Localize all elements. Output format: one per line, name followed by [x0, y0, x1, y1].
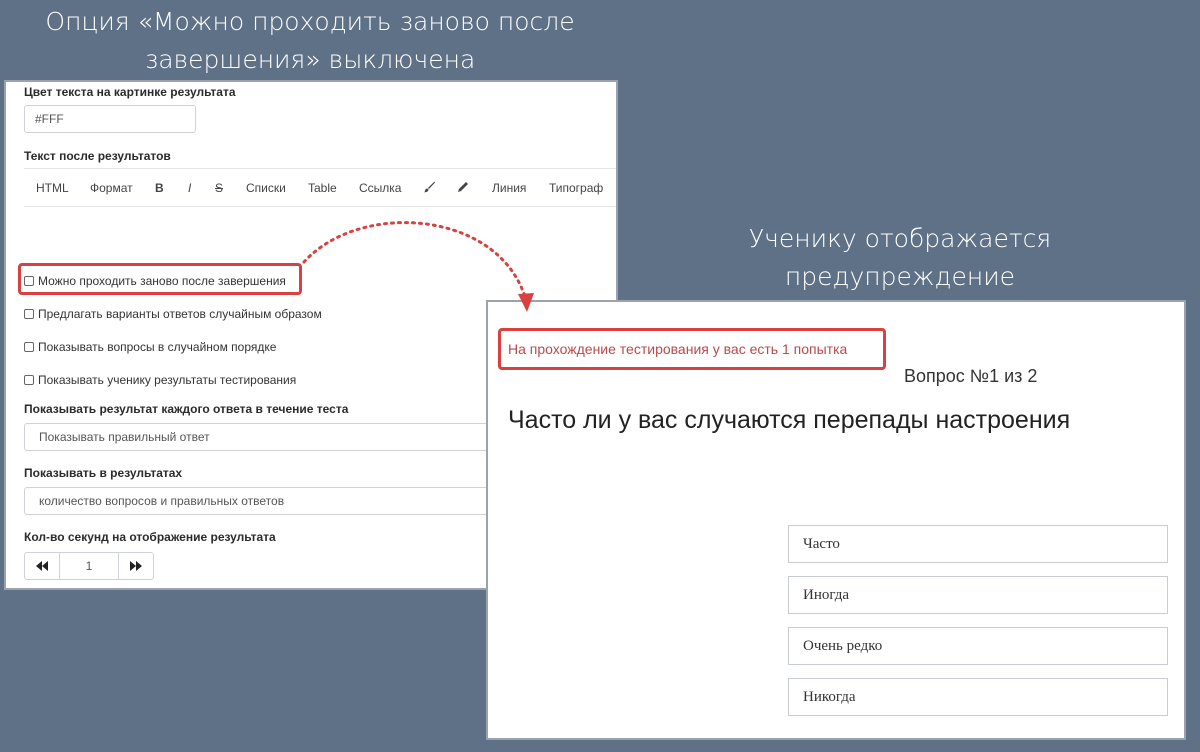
seconds-label: Кол-во секунд на отображение результата	[24, 530, 276, 544]
toolbar-table-button[interactable]: Table	[308, 181, 337, 195]
question-number: Вопрос №1 из 2	[904, 366, 1038, 386]
checkbox-show-results-label: Показывать ученику результаты тестирован…	[38, 373, 297, 387]
toolbar-typograph-button[interactable]: Типограф	[549, 181, 603, 195]
text-color-input[interactable]: #FFF	[24, 105, 196, 133]
toolbar-italic-button[interactable]: I	[188, 181, 191, 195]
seconds-value[interactable]: 1	[59, 553, 119, 579]
double-chevron-left-icon	[36, 561, 48, 571]
checkbox-show-results-box[interactable]	[24, 375, 34, 385]
toolbar-format-button[interactable]: Формат	[90, 181, 133, 195]
checkbox-random-answers[interactable]: Предлагать варианты ответов случайным об…	[24, 305, 322, 323]
seconds-stepper: 1	[24, 552, 154, 580]
checkbox-random-answers-box[interactable]	[24, 309, 34, 319]
pencil-icon[interactable]	[456, 180, 470, 194]
checkbox-show-results[interactable]: Показывать ученику результаты тестирован…	[24, 371, 296, 389]
highlight-frame-retake	[18, 263, 302, 295]
caption-warning-shown: Ученику отображается предупреждение	[700, 220, 1100, 296]
toolbar-lists-button[interactable]: Списки	[246, 181, 286, 195]
toolbar-html-button[interactable]: HTML	[36, 181, 69, 195]
show-each-answer-label: Показывать результат каждого ответа в те…	[24, 402, 349, 416]
after-results-label: Текст после результатов	[24, 149, 171, 163]
checkbox-random-questions-box[interactable]	[24, 342, 34, 352]
answer-option[interactable]: Очень редко	[788, 627, 1168, 665]
toolbar-bold-button[interactable]: B	[155, 181, 164, 195]
rich-text-editor[interactable]: HTML Формат B I S Списки Table Ссылка Ли…	[24, 168, 616, 258]
double-chevron-right-icon	[130, 561, 142, 571]
editor-toolbar: HTML Формат B I S Списки Table Ссылка Ли…	[24, 169, 616, 207]
caption-right-line1: Ученику отображается	[748, 224, 1052, 253]
increment-button[interactable]	[119, 553, 153, 579]
caption-left-line2: завершения» выключена	[144, 45, 476, 74]
checkbox-random-questions-label: Показывать вопросы в случайном порядке	[38, 340, 277, 354]
question-title: Часто ли у вас случаются перепады настро…	[508, 406, 1071, 434]
attempts-warning: На прохождение тестирования у вас есть 1…	[508, 341, 848, 357]
answer-option[interactable]: Никогда	[788, 678, 1168, 716]
student-preview-panel: На прохождение тестирования у вас есть 1…	[486, 300, 1186, 740]
caption-option-disabled: Опция «Можно проходить заново после заве…	[10, 3, 610, 79]
decrement-button[interactable]	[25, 553, 59, 579]
caption-left-line1: Опция «Можно проходить заново после	[45, 7, 575, 36]
answer-option[interactable]: Часто	[788, 525, 1168, 563]
caption-right-line2: предупреждение	[784, 262, 1016, 291]
toolbar-line-button[interactable]: Линия	[492, 181, 526, 195]
answer-option[interactable]: Иногда	[788, 576, 1168, 614]
text-color-label: Цвет текста на картинке результата	[24, 85, 236, 99]
brush-icon[interactable]	[422, 180, 436, 194]
toolbar-strike-button[interactable]: S	[215, 181, 223, 195]
checkbox-random-answers-label: Предлагать варианты ответов случайным об…	[38, 307, 322, 321]
show-in-results-label: Показывать в результатах	[24, 466, 183, 480]
toolbar-link-button[interactable]: Ссылка	[359, 181, 401, 195]
checkbox-random-questions[interactable]: Показывать вопросы в случайном порядке	[24, 338, 276, 356]
